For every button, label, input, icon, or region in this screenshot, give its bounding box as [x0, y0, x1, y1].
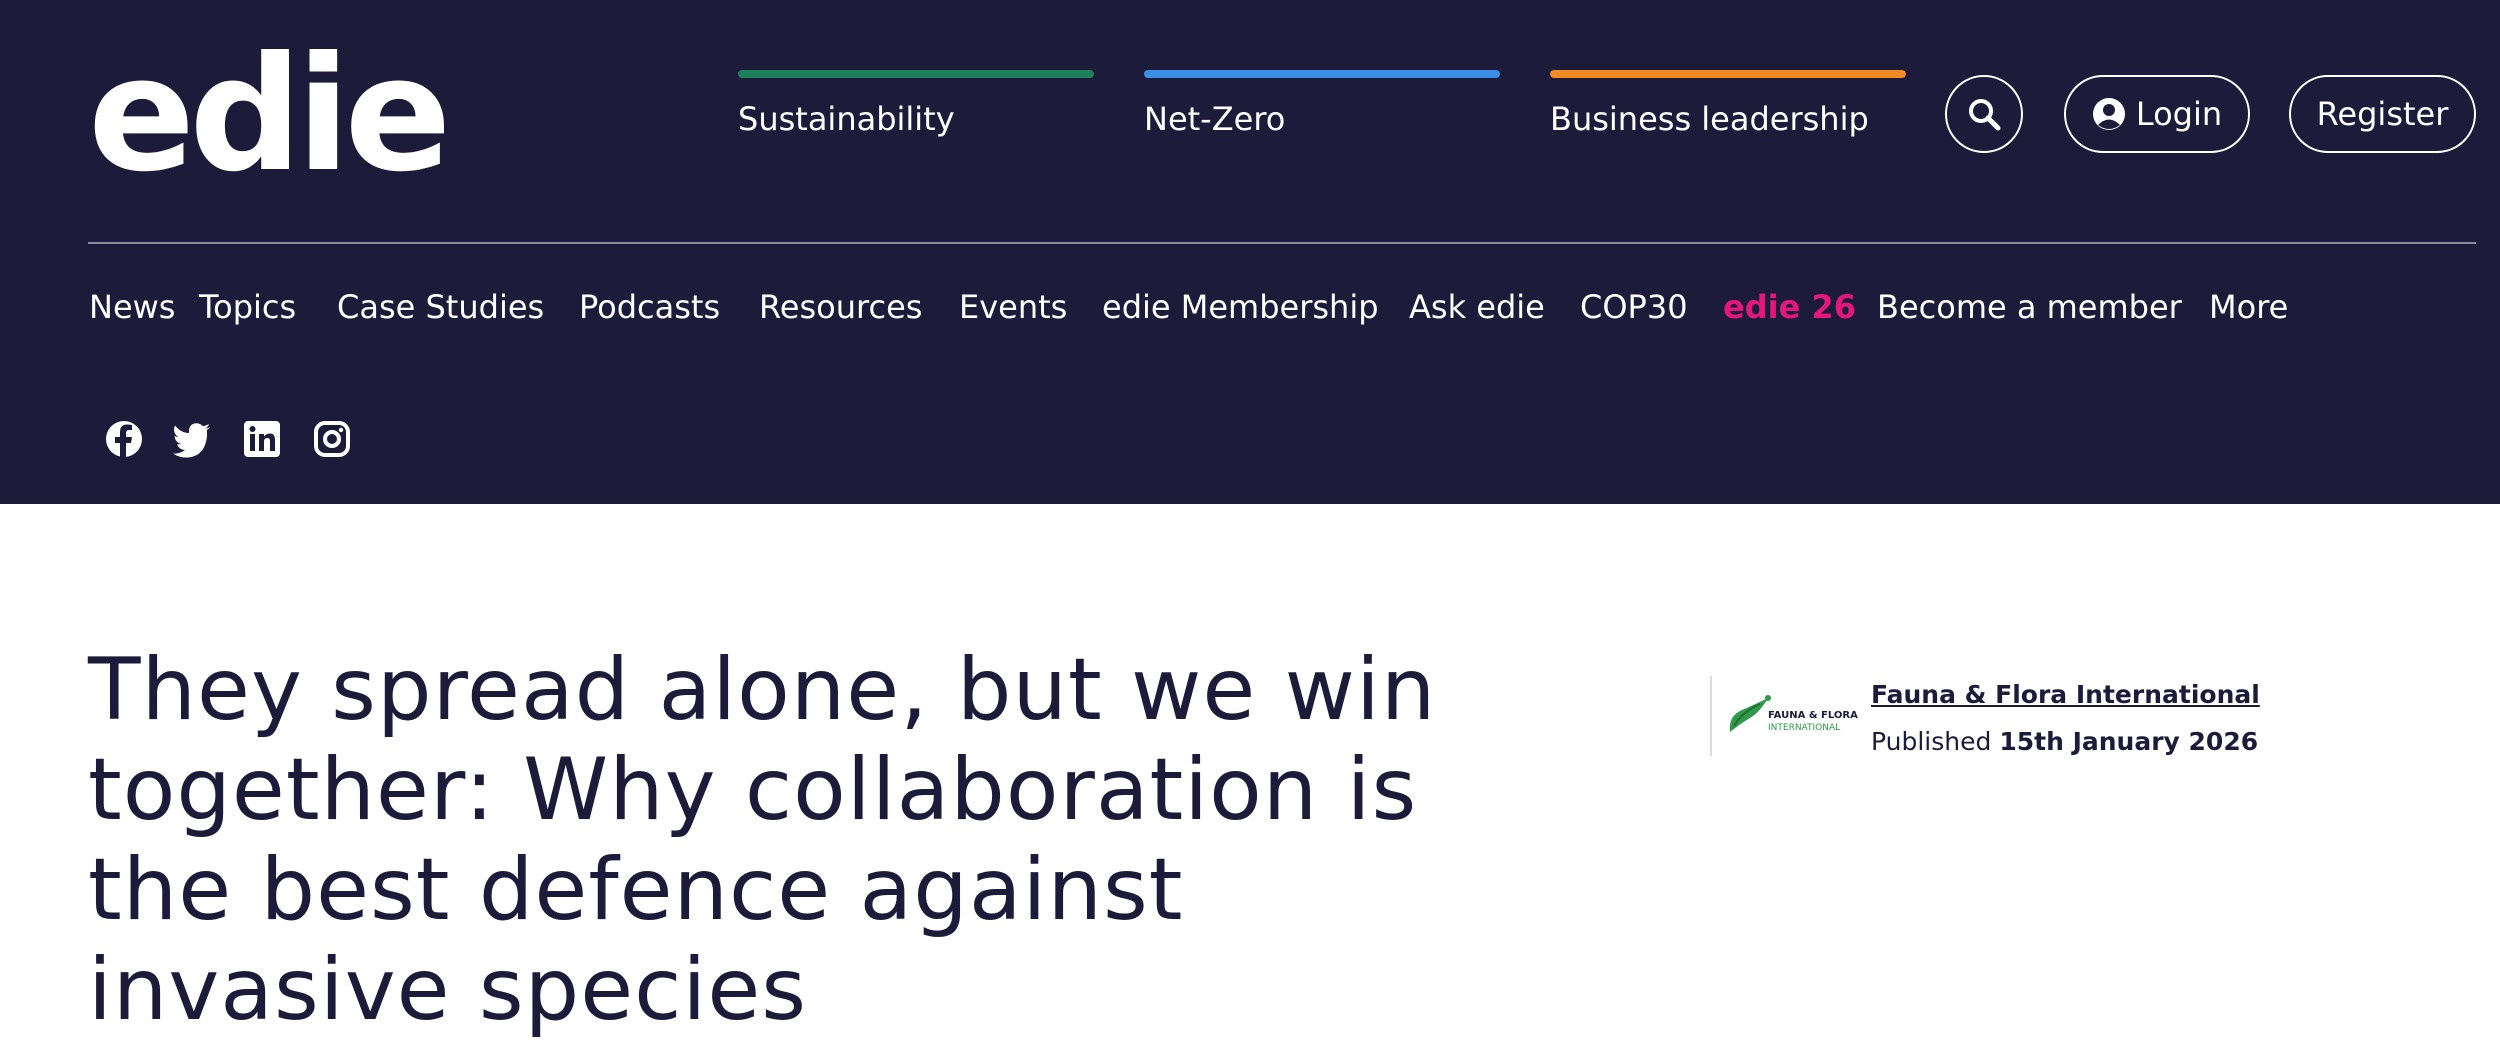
author-link[interactable]: Fauna & Flora International — [1871, 680, 2260, 709]
author-logo[interactable]: FAUNA & FLORA INTERNATIONAL — [1710, 676, 1860, 756]
published-line: Published 15th January 2026 — [1871, 727, 2258, 756]
nav-item-ask-edie[interactable]: Ask edie — [1409, 288, 1545, 326]
search-button[interactable] — [1945, 75, 2023, 153]
header-divider — [88, 242, 2476, 244]
register-button[interactable]: Register — [2289, 75, 2476, 153]
site-header: edie Sustainability Net-Zero Business le… — [0, 0, 2500, 504]
pillar-bar — [738, 70, 1094, 78]
nav-item-cop30[interactable]: COP30 — [1580, 288, 1688, 326]
pillar-net-zero[interactable]: Net-Zero — [1144, 70, 1500, 138]
pillar-label: Business leadership — [1550, 100, 1869, 138]
user-icon — [2092, 98, 2125, 130]
nav-item-topics[interactable]: Topics — [199, 288, 296, 326]
fauna-flora-logo: FAUNA & FLORA INTERNATIONAL — [1729, 695, 1858, 733]
pillar-sustainability[interactable]: Sustainability — [738, 70, 1094, 138]
pillar-label: Net-Zero — [1144, 100, 1286, 138]
nav-item-podcasts[interactable]: Podcasts — [579, 288, 720, 326]
instagram-icon[interactable] — [312, 419, 352, 459]
nav-item-case-studies[interactable]: Case Studies — [337, 288, 544, 326]
published-prefix: Published — [1871, 727, 1992, 756]
nav-item-edie-26[interactable]: edie 26 — [1723, 288, 1856, 326]
nav-item-resources[interactable]: Resources — [759, 288, 922, 326]
logo-text-line2: INTERNATIONAL — [1768, 723, 1840, 733]
pillar-business-leadership[interactable]: Business leadership — [1550, 70, 1906, 138]
facebook-icon[interactable] — [104, 419, 144, 459]
nav-item-events[interactable]: Events — [959, 288, 1067, 326]
register-label: Register — [2316, 95, 2449, 133]
edie-logo[interactable]: edie — [88, 36, 452, 194]
nav-item-more[interactable]: More — [2209, 288, 2288, 326]
twitter-icon[interactable] — [172, 419, 212, 459]
login-label: Login — [2135, 95, 2223, 133]
nav-item-become-a-member[interactable]: Become a member — [1877, 288, 2182, 326]
pillar-bar — [1550, 70, 1906, 78]
login-button[interactable]: Login — [2064, 75, 2250, 153]
pillar-bar — [1144, 70, 1500, 78]
published-date: 15th January 2026 — [1999, 727, 2259, 756]
article-title: They spread alone, but we win together: … — [88, 640, 1437, 1040]
nav-item-edie-membership[interactable]: edie Membership — [1102, 288, 1379, 326]
linkedin-icon[interactable] — [242, 419, 282, 459]
logo-text-line1: FAUNA & FLORA — [1768, 710, 1858, 721]
search-icon — [1969, 99, 2001, 131]
nav-item-news[interactable]: News — [89, 288, 175, 326]
pillar-label: Sustainability — [738, 100, 955, 138]
